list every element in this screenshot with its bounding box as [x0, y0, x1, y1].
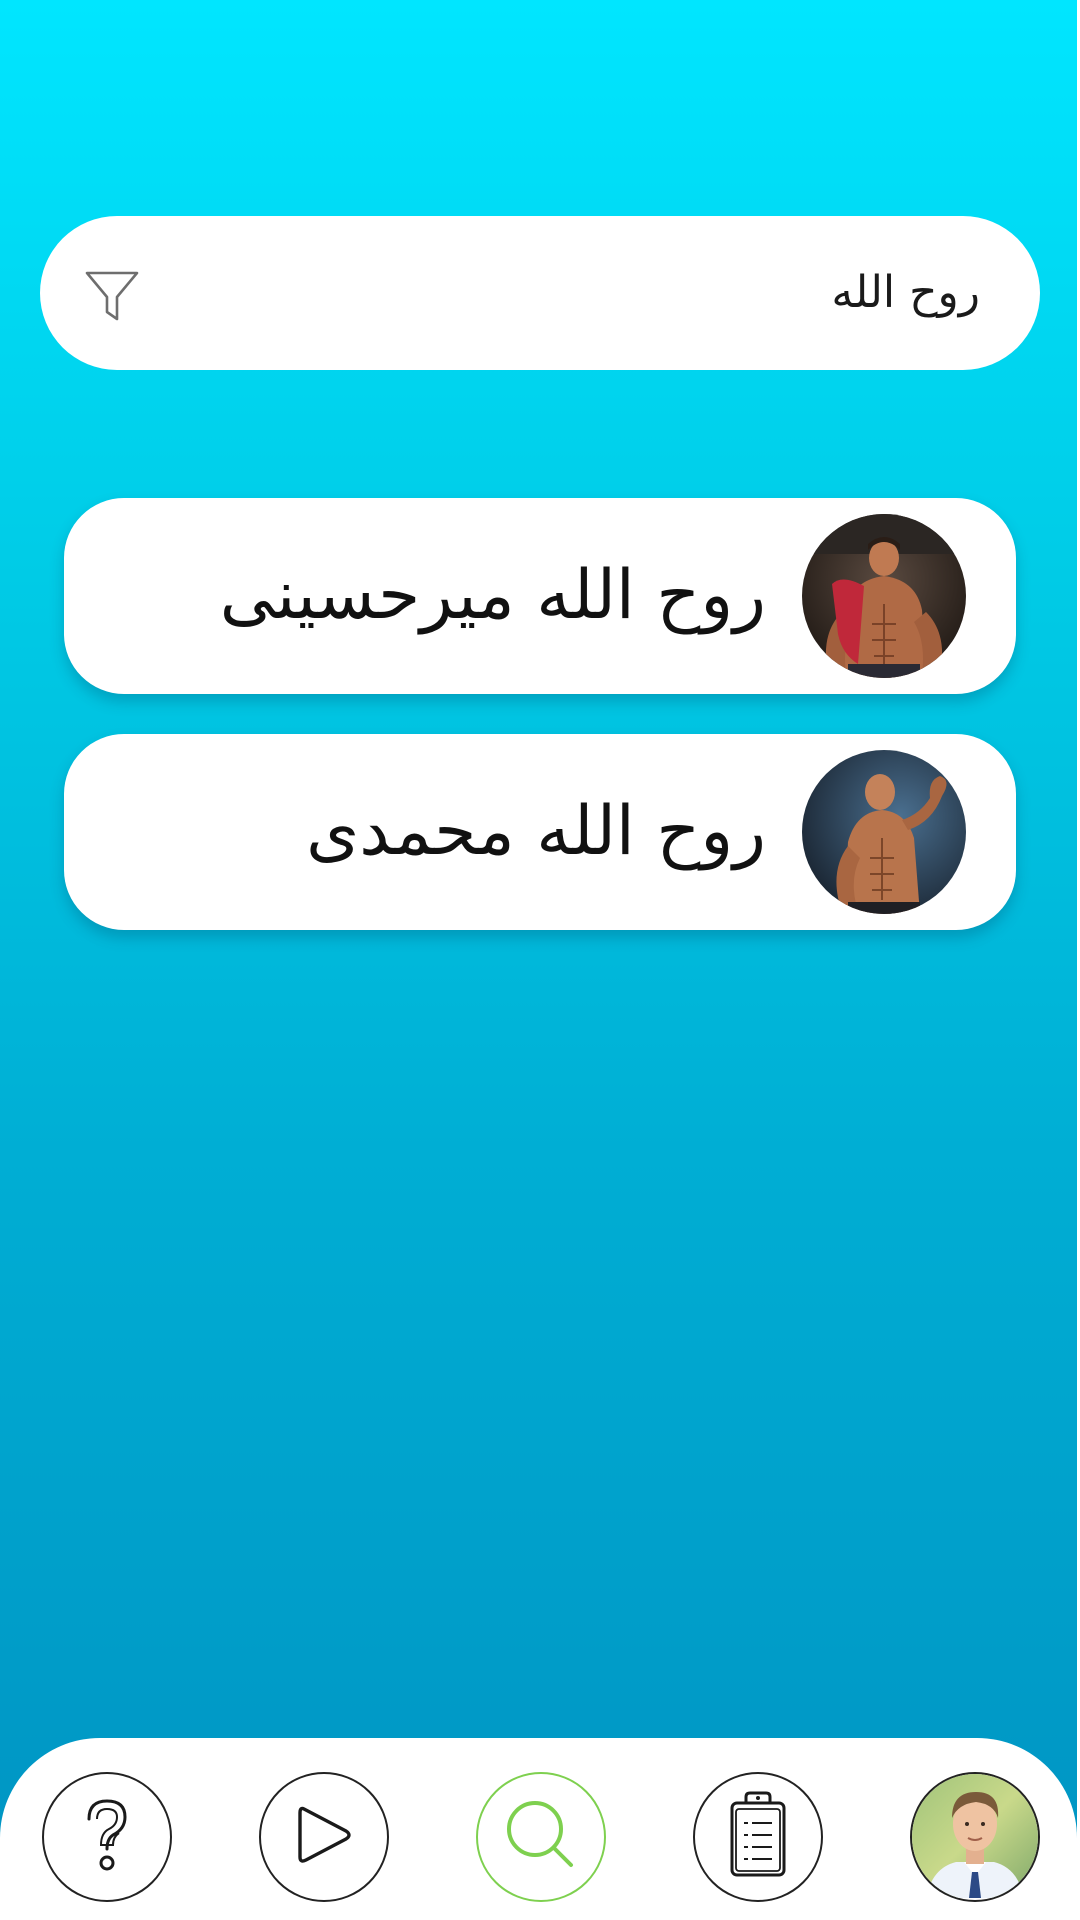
question-mark-icon — [75, 1795, 139, 1879]
nav-profile-button[interactable] — [910, 1772, 1040, 1902]
result-card[interactable]: روح الله میرحسینی — [64, 498, 1016, 694]
nav-search-button[interactable] — [476, 1772, 606, 1902]
nav-play-button[interactable] — [259, 1772, 389, 1902]
search-icon — [501, 1795, 581, 1879]
result-card[interactable]: روح الله محمدی — [64, 734, 1016, 930]
profile-avatar — [912, 1774, 1038, 1900]
bottom-navigation — [0, 1738, 1077, 1920]
result-avatar — [802, 750, 966, 914]
result-avatar — [802, 514, 966, 678]
result-name: روح الله محمدی — [306, 792, 766, 871]
result-name: روح الله میرحسینی — [219, 556, 766, 635]
filter-icon[interactable] — [84, 268, 140, 324]
nav-help-button[interactable] — [42, 1772, 172, 1902]
play-icon — [294, 1803, 354, 1871]
nav-tasks-button[interactable] — [693, 1772, 823, 1902]
search-bar[interactable]: روح الله — [40, 216, 1040, 370]
clipboard-icon — [726, 1791, 790, 1883]
search-input[interactable]: روح الله — [831, 216, 980, 370]
